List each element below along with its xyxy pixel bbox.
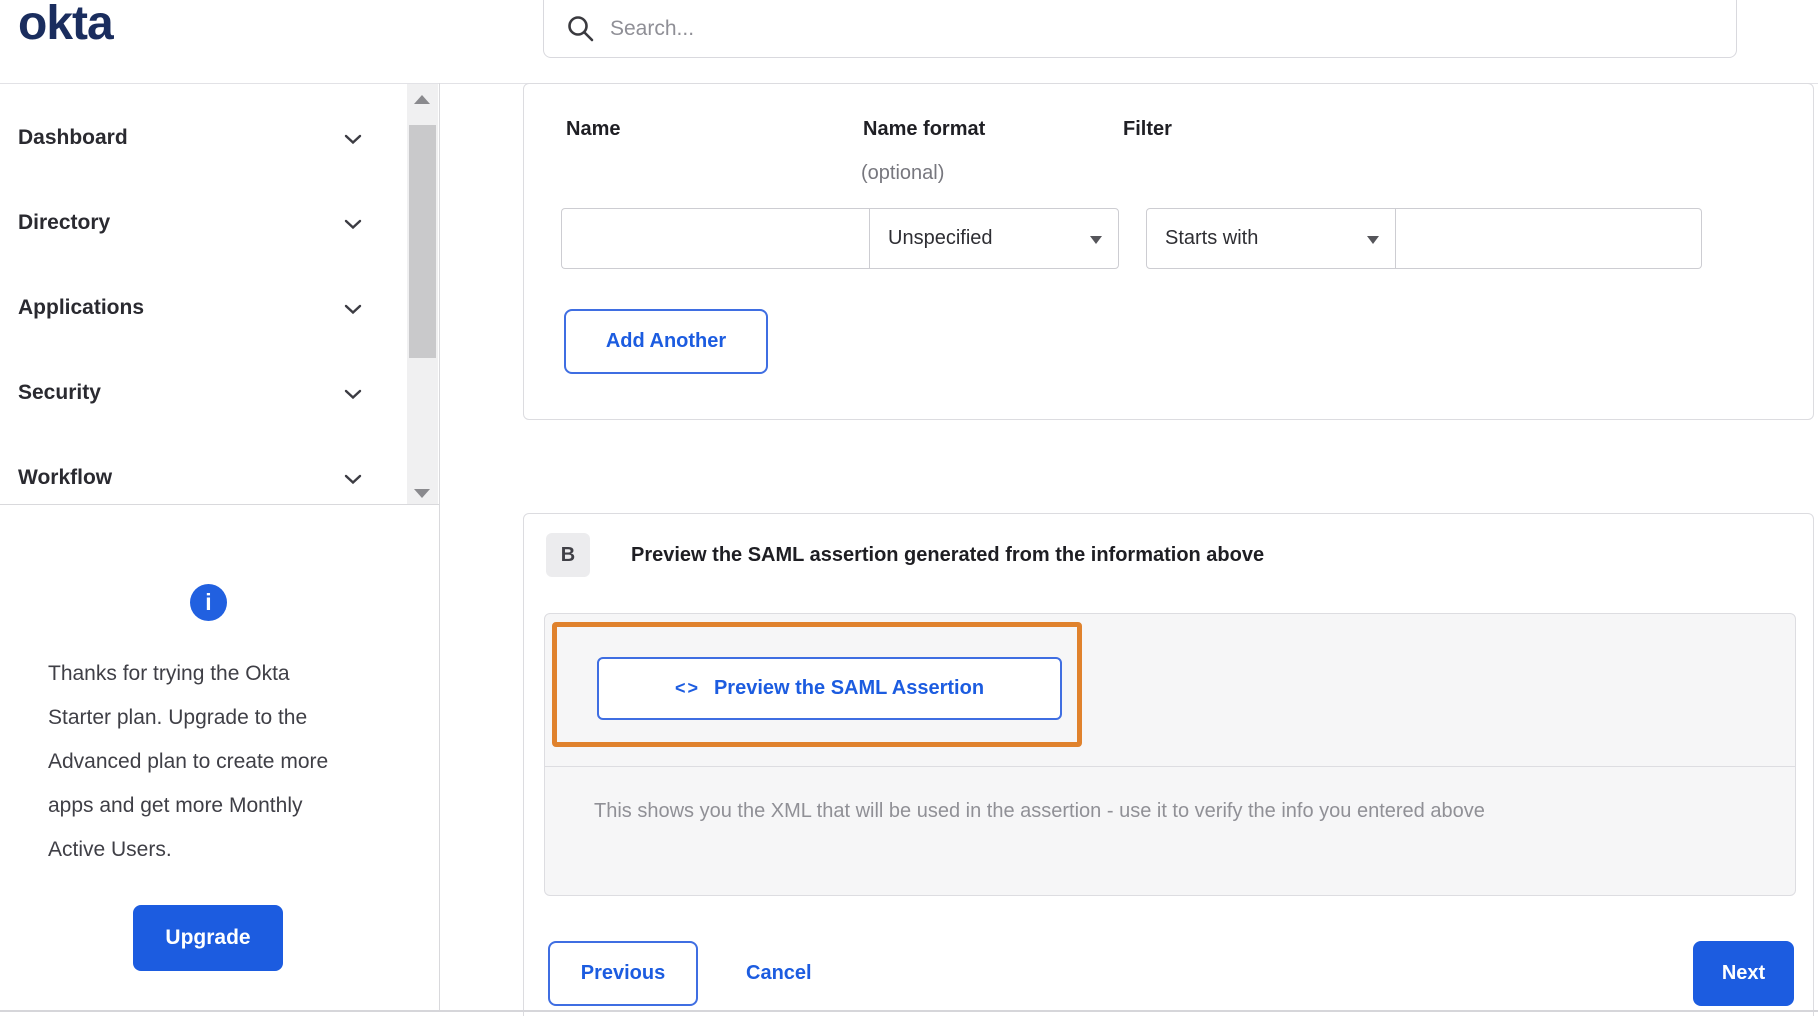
chevron-down-icon — [344, 132, 362, 150]
sidebar-item-directory[interactable]: Directory — [0, 180, 406, 265]
section-b-title: Preview the SAML assertion generated fro… — [631, 544, 1265, 566]
name-format-column-label: Name format — [863, 118, 986, 140]
sidebar-item-label: Workflow — [18, 465, 113, 489]
page-bottom-divider — [0, 1010, 1818, 1012]
filter-operator-dropdown[interactable]: Starts with — [1146, 208, 1396, 269]
sidebar-item-label: Directory — [18, 210, 111, 234]
filter-column-label: Filter — [1123, 118, 1172, 140]
name-format-optional-note: (optional) — [861, 162, 945, 184]
name-column-label: Name — [566, 118, 621, 140]
chevron-down-icon — [344, 302, 362, 320]
next-button[interactable]: Next — [1693, 941, 1794, 1006]
upgrade-button[interactable]: Upgrade — [133, 905, 283, 971]
okta-logo[interactable]: okta — [18, 0, 114, 51]
name-format-selected-value: Unspecified — [888, 227, 993, 249]
sidebar-bottom-divider — [0, 504, 439, 505]
chevron-down-icon — [344, 217, 362, 235]
sidebar-item-security[interactable]: Security — [0, 350, 406, 435]
preview-saml-assertion-button[interactable]: <> Preview the SAML Assertion — [597, 657, 1062, 720]
preview-button-label: Preview the SAML Assertion — [713, 677, 985, 699]
preview-description: This shows you the XML that will be used… — [594, 800, 1485, 822]
scroll-up-icon[interactable] — [414, 95, 430, 104]
filter-operator-selected-value: Starts with — [1165, 227, 1259, 249]
scrollbar-thumb[interactable] — [409, 125, 436, 358]
sidebar-item-applications[interactable]: Applications — [0, 265, 406, 350]
filter-value-input[interactable] — [1396, 208, 1702, 269]
sidebar-nav: Dashboard Directory Applications Securit… — [0, 84, 439, 504]
attribute-name-input[interactable] — [561, 208, 870, 269]
panel-divider — [545, 766, 1795, 767]
sidebar-item-label: Dashboard — [18, 125, 128, 149]
sidebar-content-divider — [439, 83, 440, 1010]
sidebar-item-label: Security — [18, 380, 101, 404]
sidebar-item-workflow[interactable]: Workflow — [0, 435, 406, 504]
preview-panel: <> Preview the SAML Assertion This shows… — [544, 613, 1796, 896]
chevron-down-icon — [344, 387, 362, 405]
dropdown-caret-icon — [1367, 236, 1379, 244]
dropdown-caret-icon — [1090, 236, 1102, 244]
name-format-dropdown[interactable]: Unspecified — [869, 208, 1119, 269]
cancel-link[interactable]: Cancel — [746, 962, 812, 985]
okta-admin-page: okta Dashboard Directory Applications Se… — [0, 0, 1818, 1016]
sidebar-item-dashboard[interactable]: Dashboard — [0, 95, 406, 180]
attribute-statements-card: Name Name format (optional) Filter Unspe… — [523, 83, 1814, 420]
preview-assertion-card: B Preview the SAML assertion generated f… — [523, 513, 1814, 1016]
code-brackets-icon: <> — [674, 678, 700, 698]
add-another-button[interactable]: Add Another — [564, 309, 768, 374]
previous-button[interactable]: Previous — [548, 941, 698, 1006]
section-b-badge: B — [546, 533, 590, 577]
info-icon: i — [190, 584, 227, 621]
scroll-down-icon[interactable] — [414, 489, 430, 498]
chevron-down-icon — [344, 472, 362, 490]
search-icon — [566, 14, 596, 44]
upsell-message: Thanks for trying the Okta Starter plan.… — [48, 662, 329, 861]
search-input[interactable] — [610, 17, 1510, 41]
wizard-footer: Previous Cancel Next — [524, 941, 1815, 1006]
global-search[interactable] — [543, 0, 1737, 58]
sidebar-item-label: Applications — [18, 295, 145, 319]
